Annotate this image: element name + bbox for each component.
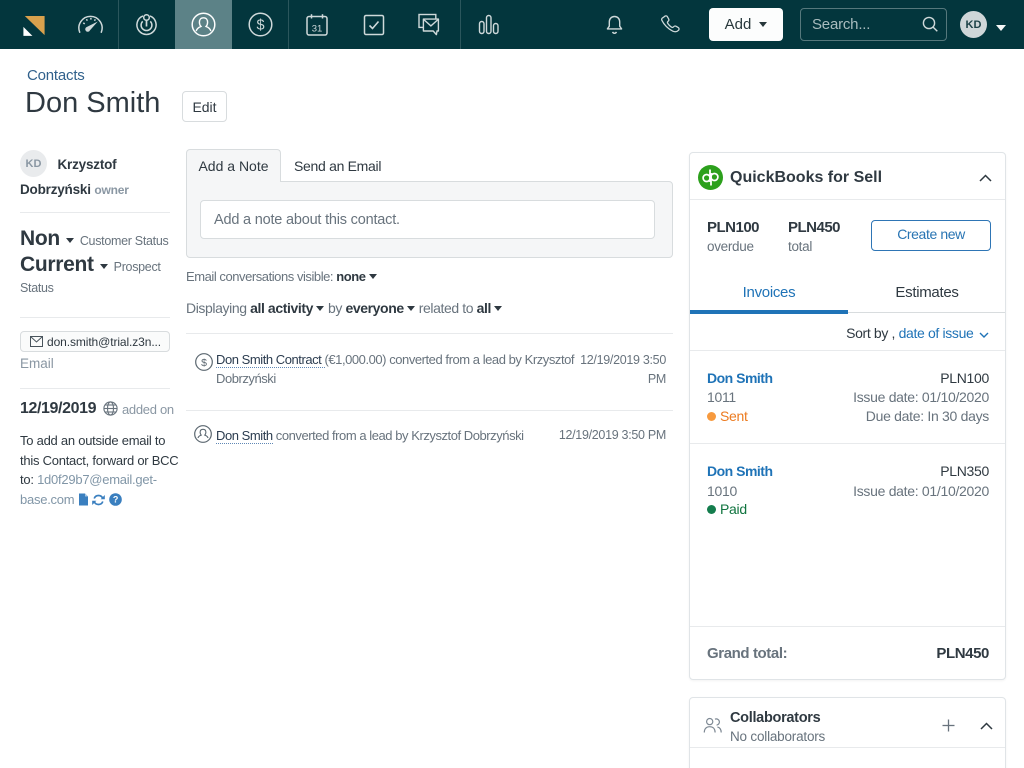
svg-text:31: 31 bbox=[311, 23, 322, 34]
svg-text:$: $ bbox=[256, 18, 264, 34]
svg-text:?: ? bbox=[112, 494, 117, 504]
svg-text:$: $ bbox=[201, 357, 207, 369]
